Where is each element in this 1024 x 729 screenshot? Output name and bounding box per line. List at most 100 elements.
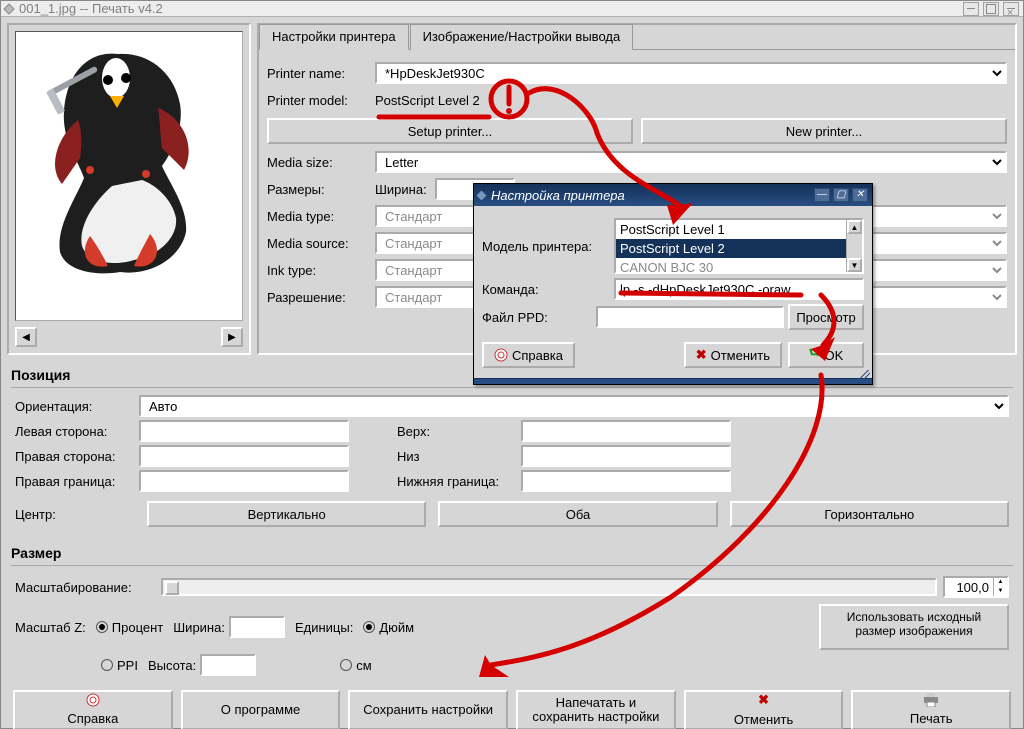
scale-ppi-label: PPI <box>117 658 138 673</box>
scroll-up-icon[interactable]: ▲ <box>847 220 862 234</box>
dialog-ok-button[interactable]: ⮑ OK <box>788 342 864 368</box>
preview-pane: ◀ ▶ <box>7 23 251 355</box>
preview-next-button[interactable]: ▶ <box>221 327 243 347</box>
help-button[interactable]: Справка <box>13 690 173 729</box>
dialog-titlebar[interactable]: Настройка принтера — ▢ ✕ <box>474 184 872 206</box>
preview-canvas[interactable] <box>15 31 243 321</box>
list-item[interactable]: CANON BJC 30 <box>616 258 846 274</box>
right-border-label: Правая граница: <box>15 474 135 489</box>
resize-grip-icon[interactable] <box>858 370 870 382</box>
dialog-close-button[interactable]: ✕ <box>852 188 868 202</box>
bottom-input[interactable] <box>521 445 731 467</box>
print-and-save-button[interactable]: Напечатать и сохранить настройки <box>516 690 676 729</box>
printer-model-value: PostScript Level 2 <box>375 93 480 108</box>
setup-printer-button[interactable]: Setup printer... <box>267 118 633 144</box>
scale-percent-label: Процент <box>112 620 163 635</box>
scaling-spinbox[interactable]: ▲▼ <box>943 576 1009 598</box>
cancel-icon: ✖ <box>758 693 769 707</box>
window-minimize-button[interactable] <box>963 2 979 16</box>
scaling-value-input[interactable] <box>945 578 993 596</box>
media-type-label: Media type: <box>267 209 375 224</box>
units-inch-label: Дюйм <box>379 620 414 635</box>
bottom-border-label: Нижняя граница: <box>397 474 517 489</box>
window-titlebar: 001_1.jpg -- Печать v4.2 <box>1 1 1023 17</box>
print-button[interactable]: Печать <box>851 690 1011 729</box>
scaling-label: Масштабирование: <box>15 580 155 595</box>
dialog-title: Настройка принтера <box>491 188 625 203</box>
command-label: Команда: <box>482 282 610 297</box>
divider <box>11 565 1013 566</box>
tab-printer-settings[interactable]: Настройки принтера <box>259 24 409 50</box>
new-printer-button[interactable]: New printer... <box>641 118 1007 144</box>
command-input[interactable] <box>614 278 864 300</box>
tab-strip: Настройки принтера Изображение/Настройки… <box>259 23 1015 49</box>
divider <box>11 387 1013 388</box>
dimensions-label: Размеры: <box>267 182 375 197</box>
dialog-help-button[interactable]: Справка <box>482 342 575 368</box>
help-icon <box>86 693 100 707</box>
orientation-select[interactable]: Авто <box>139 395 1009 417</box>
ppd-file-input[interactable] <box>596 306 784 328</box>
dialog-menu-icon[interactable] <box>477 190 487 200</box>
right-side-label: Правая сторона: <box>15 449 135 464</box>
preview-prev-button[interactable]: ◀ <box>15 327 37 347</box>
bottom-label: Низ <box>397 449 517 464</box>
center-vertical-button[interactable]: Вертикально <box>147 501 426 527</box>
printer-model-list[interactable]: PostScript Level 1 PostScript Level 2 CA… <box>614 218 864 274</box>
center-horizontal-button[interactable]: Горизонтально <box>730 501 1009 527</box>
dialog-maximize-button[interactable]: ▢ <box>833 188 849 202</box>
width-label: Ширина: <box>375 182 435 197</box>
size-height-input[interactable] <box>200 654 256 676</box>
printer-icon <box>923 693 939 707</box>
help-icon <box>494 348 508 362</box>
scale-percent-radio[interactable] <box>96 621 108 633</box>
scroll-down-icon[interactable]: ▼ <box>847 258 862 272</box>
units-label: Единицы: <box>295 620 353 635</box>
cancel-icon: ✖ <box>696 347 707 363</box>
dialog-minimize-button[interactable]: — <box>814 188 830 202</box>
scaling-slider[interactable] <box>161 578 937 596</box>
scrollbar[interactable]: ▲ ▼ <box>846 220 862 272</box>
left-side-label: Левая сторона: <box>15 424 135 439</box>
use-original-size-button[interactable]: Использовать исходный размер изображения <box>819 604 1009 650</box>
printer-setup-dialog: Настройка принтера — ▢ ✕ Модель принтера… <box>473 183 873 385</box>
tab-output-settings[interactable]: Изображение/Настройки вывода <box>410 24 634 50</box>
printer-name-select[interactable]: *HpDeskJet930C <box>375 62 1007 84</box>
units-cm-radio[interactable] <box>340 659 352 671</box>
printer-model-label: Printer model: <box>267 93 375 108</box>
orientation-label: Ориентация: <box>15 399 135 414</box>
list-item[interactable]: PostScript Level 1 <box>616 220 846 239</box>
center-label: Центр: <box>15 507 135 522</box>
size-width-input[interactable] <box>229 616 285 638</box>
units-cm-label: см <box>356 658 371 673</box>
bottom-border-input[interactable] <box>521 470 731 492</box>
size-width-label: Ширина: <box>173 620 225 635</box>
media-size-select[interactable]: Letter <box>375 151 1007 173</box>
right-border-input[interactable] <box>139 470 349 492</box>
center-both-button[interactable]: Оба <box>438 501 717 527</box>
model-label: Модель принтера: <box>482 239 610 254</box>
units-inch-radio[interactable] <box>363 621 375 633</box>
media-size-label: Media size: <box>267 155 375 170</box>
size-height-label: Высота: <box>148 658 196 673</box>
dialog-cancel-button[interactable]: ✖ Отменить <box>684 342 782 368</box>
window-menu-icon[interactable] <box>3 3 14 14</box>
top-label: Верх: <box>397 424 517 439</box>
scale-ppi-radio[interactable] <box>101 659 113 671</box>
window-close-button[interactable] <box>1003 2 1019 16</box>
media-source-label: Media source: <box>267 236 375 251</box>
right-side-input[interactable] <box>139 445 349 467</box>
printer-name-label: Printer name: <box>267 66 375 81</box>
save-settings-button[interactable]: Сохранить настройки <box>348 690 508 729</box>
top-input[interactable] <box>521 420 731 442</box>
about-button[interactable]: О программе <box>181 690 341 729</box>
left-side-input[interactable] <box>139 420 349 442</box>
browse-button[interactable]: Просмотр <box>788 304 864 330</box>
window-maximize-button[interactable] <box>983 2 999 16</box>
ink-type-label: Ink type: <box>267 263 375 278</box>
resolution-label: Разрешение: <box>267 290 375 305</box>
window-title: 001_1.jpg -- Печать v4.2 <box>19 1 163 16</box>
cancel-button[interactable]: ✖ Отменить <box>684 690 844 729</box>
list-item[interactable]: PostScript Level 2 <box>616 239 846 258</box>
scale-z-label: Масштаб Z: <box>15 620 86 635</box>
